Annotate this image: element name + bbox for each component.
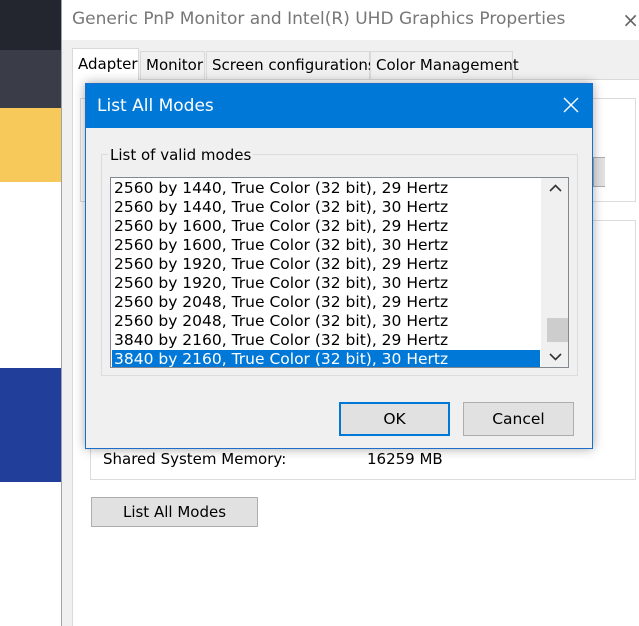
list-item[interactable]: 2560 by 1920, True Color (32 bit), 30 He… [112,274,540,293]
list-all-modes-button[interactable]: List All Modes [91,497,258,527]
list-item[interactable]: 2560 by 1600, True Color (32 bit), 29 He… [112,217,540,236]
properties-button[interactable] [593,157,605,187]
scrollbar-thumb[interactable] [547,318,568,342]
list-item-selected[interactable]: 3840 by 2160, True Color (32 bit), 30 He… [112,350,540,367]
list-item[interactable]: 2560 by 2048, True Color (32 bit), 30 He… [112,312,540,331]
chevron-down-icon[interactable] [542,347,569,367]
shared-memory-value: 16259 MB [367,450,443,468]
tab-screen-configurations[interactable]: Screen configurations [206,51,376,79]
list-item[interactable]: 2560 by 1440, True Color (32 bit), 29 He… [112,179,540,198]
chevron-up-icon[interactable] [542,178,569,198]
tab-adapter[interactable]: Adapter [72,48,139,80]
tab-monitor[interactable]: Monitor [140,51,205,79]
list-item[interactable]: 2560 by 1920, True Color (32 bit), 29 He… [112,255,540,274]
dialog-titlebar[interactable]: List All Modes [86,84,592,128]
close-icon[interactable] [562,96,580,114]
vertical-scrollbar[interactable] [541,178,568,367]
properties-titlebar[interactable]: Generic PnP Monitor and Intel(R) UHD Gra… [62,0,639,40]
list-item[interactable]: 2560 by 1600, True Color (32 bit), 30 He… [112,236,540,255]
list-all-modes-dialog: List All Modes List of valid modes 2560 … [85,83,593,449]
dialog-title: List All Modes [97,96,214,116]
background-app-region [0,0,61,50]
group-label: List of valid modes [108,146,254,164]
tab-color-management[interactable]: Color Management [370,51,519,79]
close-icon[interactable]: × [622,10,639,30]
background-app-region [0,482,61,626]
background-app-region [0,368,61,482]
shared-memory-label: Shared System Memory: [103,450,287,468]
background-app-region [0,108,61,182]
background-app-region [0,50,61,108]
background-app-region [0,182,61,368]
list-item[interactable]: 3840 by 2160, True Color (32 bit), 29 He… [112,331,540,350]
cancel-button[interactable]: Cancel [463,402,574,436]
modes-listbox[interactable]: 2560 by 1440, True Color (32 bit), 29 He… [110,177,569,368]
list-item[interactable]: 2560 by 1440, True Color (32 bit), 30 He… [112,198,540,217]
ok-button[interactable]: OK [339,402,450,436]
window-title: Generic PnP Monitor and Intel(R) UHD Gra… [72,9,566,29]
list-item[interactable]: 2560 by 2048, True Color (32 bit), 29 He… [112,293,540,312]
